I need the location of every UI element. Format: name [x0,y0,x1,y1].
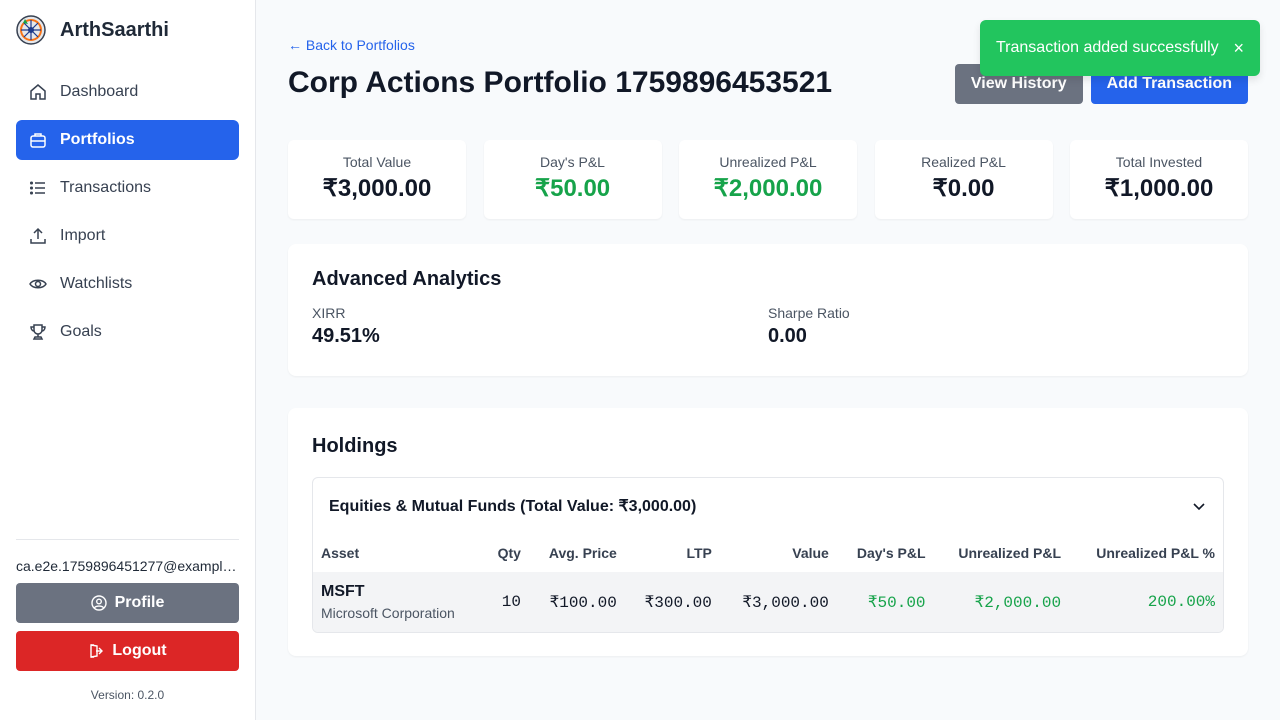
metric-sharpe-ratio: Sharpe Ratio 0.00 [768,305,1224,348]
success-toast: Transaction added successfully × [980,20,1260,76]
app-version: Version: 0.2.0 [90,688,165,702]
stat-realized-pnl: Realized P&L ₹0.00 [874,140,1053,219]
stat-value: ₹0.00 [932,175,995,202]
asset-cell: MSFT Microsoft Corporation [313,572,484,632]
sidebar-item-label: Portfolios [60,131,135,148]
holdings-card: Holdings Equities & Mutual Funds (Total … [288,408,1248,656]
sidebar-nav: Dashboard Portfolios Transactions Import… [16,72,239,360]
sidebar-item-portfolios[interactable]: Portfolios [16,120,239,160]
logout-button[interactable]: Logout [16,631,239,671]
stat-value: ₹3,000.00 [322,175,432,202]
column-header[interactable]: Qty [484,534,529,572]
stat-total-value: Total Value ₹3,000.00 [288,140,466,219]
home-icon [28,82,48,102]
user-circle-icon [90,595,107,611]
logout-label: Logout [112,642,167,659]
stat-label: Total Value [342,154,412,170]
user-email: ca.e2e.1759896451277@example.com [16,558,239,574]
column-header[interactable]: Asset [313,534,484,572]
sidebar-item-dashboard[interactable]: Dashboard [16,72,239,112]
stat-label: Total Invested [1115,154,1203,170]
sidebar-item-label: Watchlists [60,275,133,292]
metric-xirr: XIRR 49.51% [312,305,768,348]
holdings-group-toggle[interactable]: Equities & Mutual Funds (Total Value: ₹3… [313,478,1223,534]
close-icon[interactable]: × [1233,38,1244,59]
stat-label: Unrealized P&L [719,154,817,170]
eye-icon [28,274,48,294]
unrealized-pnl-pct-cell: 200.00% [1147,593,1215,611]
profile-button[interactable]: Profile [16,583,239,623]
value-cell: ₹3,000.00 [742,594,829,612]
stat-total-invested: Total Invested ₹1,000.00 [1070,140,1248,219]
metric-value: 0.00 [768,325,807,347]
sidebar: ArthSaarthi Dashboard Portfolios Transac… [0,0,256,720]
column-header[interactable]: Value [720,534,837,572]
column-header[interactable]: Day's P&L [837,534,934,572]
stat-label: Realized P&L [921,154,1006,170]
asset-symbol: MSFT [321,583,365,600]
brand[interactable]: ArthSaarthi [16,15,169,45]
logout-icon [90,644,104,658]
trophy-icon [28,322,48,342]
profile-label: Profile [114,594,165,611]
holdings-group-title: Equities & Mutual Funds (Total Value: ₹3… [329,498,697,515]
sidebar-item-transactions[interactable]: Transactions [16,168,239,208]
summary-stats: Total Value ₹3,000.00 Day's P&L ₹50.00 U… [288,140,1248,219]
holdings-title: Holdings [312,435,398,457]
back-to-portfolios-link[interactable]: ← Back to Portfolios [288,37,415,53]
holdings-group: Equities & Mutual Funds (Total Value: ₹3… [312,477,1224,633]
sidebar-item-label: Goals [60,323,102,340]
sidebar-footer: ca.e2e.1759896451277@example.com Profile… [16,539,239,702]
stat-label: Day's P&L [540,154,605,170]
stat-value: ₹50.00 [534,175,611,202]
page-title: Corp Actions Portfolio 1759896453521 [288,66,833,99]
days-pnl-cell: ₹50.00 [867,594,926,612]
chevron-down-icon [1193,503,1205,511]
sidebar-item-label: Import [60,227,106,244]
metric-label: XIRR [312,305,346,321]
toast-message: Transaction added successfully [996,39,1219,56]
table-row[interactable]: MSFT Microsoft Corporation 10 ₹100.00 ₹3… [313,572,1223,632]
unrealized-pnl-cell: ₹2,000.00 [974,594,1062,612]
ltp-cell: ₹300.00 [644,594,712,612]
sidebar-item-label: Transactions [60,179,151,196]
stat-value: ₹1,000.00 [1104,175,1214,202]
column-header[interactable]: Unrealized P&L [934,534,1070,572]
table-header-row: Asset Qty Avg. Price LTP Value Day's P&L… [313,534,1223,572]
sidebar-item-label: Dashboard [60,83,139,100]
asset-name: Microsoft Corporation [321,605,455,621]
metric-label: Sharpe Ratio [768,305,850,321]
briefcase-icon [28,130,48,150]
column-header[interactable]: Avg. Price [529,534,625,572]
stat-days-pnl: Day's P&L ₹50.00 [483,140,662,219]
sidebar-item-watchlists[interactable]: Watchlists [16,264,239,304]
stat-unrealized-pnl: Unrealized P&L ₹2,000.00 [679,140,857,219]
qty-cell: 10 [501,593,521,611]
list-icon [28,178,48,198]
app-logo-icon [16,15,46,45]
metric-value: 49.51% [312,325,380,347]
column-header[interactable]: LTP [625,534,720,572]
column-header[interactable]: Unrealized P&L % [1069,534,1223,572]
analytics-title: Advanced Analytics [312,268,502,290]
advanced-analytics-card: Advanced Analytics XIRR 49.51% Sharpe Ra… [288,244,1248,376]
sidebar-item-import[interactable]: Import [16,216,239,256]
stat-value: ₹2,000.00 [713,175,823,202]
holdings-table: Asset Qty Avg. Price LTP Value Day's P&L… [313,534,1223,632]
analytics-metrics: XIRR 49.51% Sharpe Ratio 0.00 [312,305,1224,348]
sidebar-item-goals[interactable]: Goals [16,312,239,352]
upload-icon [28,226,48,246]
app-name: ArthSaarthi [60,18,169,41]
avg-price-cell: ₹100.00 [549,594,617,612]
